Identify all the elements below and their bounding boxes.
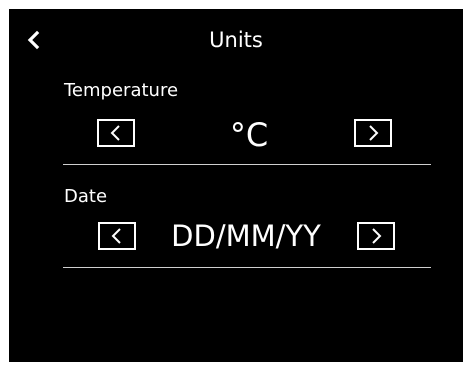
temperature-divider — [63, 164, 431, 165]
chevron-left-icon — [110, 125, 120, 141]
date-divider — [63, 267, 431, 268]
chevron-right-icon — [369, 125, 379, 141]
temperature-prev-button[interactable] — [97, 119, 135, 147]
chevron-left-icon — [111, 228, 121, 244]
date-format-value: DD/MM/YY — [171, 219, 321, 253]
chevron-right-icon — [372, 228, 382, 244]
date-label: Date — [64, 186, 108, 207]
temperature-next-button[interactable] — [354, 119, 392, 147]
date-prev-button[interactable] — [98, 222, 136, 250]
temperature-value: °C — [229, 116, 269, 154]
temperature-label: Temperature — [64, 80, 179, 101]
date-next-button[interactable] — [357, 222, 395, 250]
page-title: Units — [209, 28, 263, 52]
units-screen: Units Temperature °C Date DD/MM/YY — [9, 9, 463, 362]
